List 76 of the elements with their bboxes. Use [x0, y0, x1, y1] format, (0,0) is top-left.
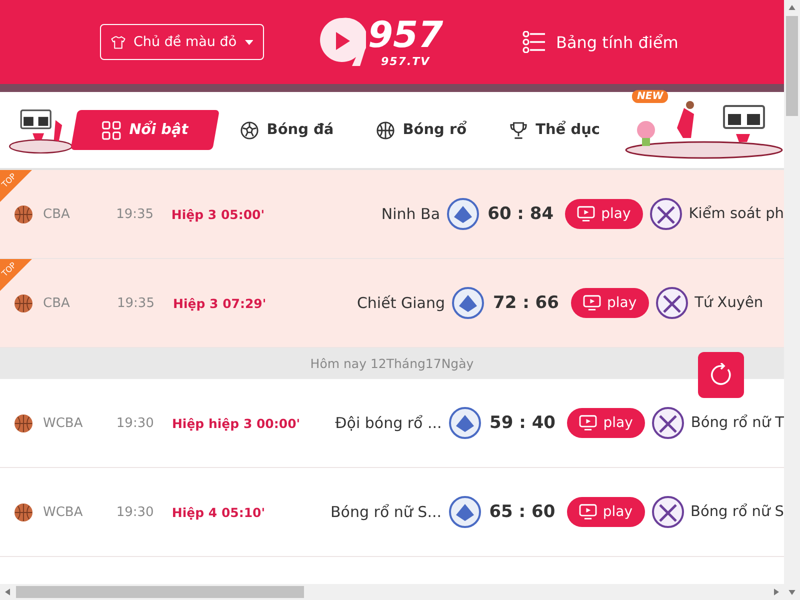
- top-ribbon: TOP: [0, 259, 32, 291]
- scroll-down-icon[interactable]: [788, 590, 796, 595]
- league-name: WCBA: [43, 504, 84, 520]
- match-time: 19:35: [116, 206, 155, 222]
- match-status: Hiệp hiệp 3 00:00': [172, 416, 302, 430]
- basketball-icon: [14, 414, 33, 432]
- sport-tab[interactable]: Nổi bật: [70, 110, 220, 150]
- play-button[interactable]: play: [567, 408, 645, 438]
- refresh-button[interactable]: [698, 352, 744, 398]
- league-name: CBA: [43, 206, 71, 222]
- play-button[interactable]: play: [566, 497, 645, 527]
- caret-icon: [244, 38, 253, 46]
- tv-play-icon: [578, 504, 597, 520]
- scroll-left-icon[interactable]: [5, 588, 10, 596]
- shirt-icon: [111, 34, 126, 50]
- team-logo: [648, 197, 683, 231]
- theme-dropdown[interactable]: Chủ đề màu đỏ: [100, 24, 264, 60]
- tv-play-icon: [579, 415, 598, 431]
- home-team-name: Chiết Giang: [356, 294, 445, 312]
- sport-tab[interactable]: Bóng đá: [222, 110, 352, 150]
- date-label: Hôm nay 12Tháng17Ngày: [310, 356, 474, 371]
- scrollbar-thumb[interactable]: [16, 586, 304, 598]
- play-logo-icon: [318, 16, 366, 68]
- team-logo: [650, 406, 685, 440]
- logo-text: 957: [368, 16, 444, 54]
- soccer-ball-icon: [240, 120, 259, 140]
- match-row[interactable]: TOP CBA 19:35 Hiệp 3 05:00' Ninh Ba 60 : 84 play Kiểm soát ph: [0, 170, 784, 259]
- team-logo: [654, 286, 689, 320]
- standings-link[interactable]: Bảng tính điểm: [522, 31, 678, 53]
- scroll-right-icon[interactable]: [774, 588, 779, 596]
- grid-icon: [102, 120, 121, 140]
- sport-tab[interactable]: Bóng rổ: [358, 110, 485, 150]
- match-time: 19:30: [116, 504, 155, 520]
- play-button[interactable]: play: [571, 288, 649, 318]
- tv-play-icon: [577, 206, 596, 222]
- logo-domain: 957.TV: [380, 54, 430, 68]
- match-score: 65 : 60: [488, 502, 556, 522]
- match-time: 19:35: [117, 296, 156, 310]
- trophy-icon: [508, 120, 528, 140]
- team-logo: [650, 495, 685, 529]
- tv-play-icon: [583, 295, 601, 311]
- basketball-icon: [14, 294, 33, 312]
- away-team-name: Bóng rổ nữ S: [690, 504, 784, 520]
- refresh-icon: [709, 363, 733, 387]
- league-name: CBA: [43, 296, 71, 310]
- new-badge: NEW: [632, 90, 668, 103]
- scroll-up-icon[interactable]: [788, 5, 796, 10]
- list-icon: [522, 31, 546, 53]
- top-ribbon: TOP: [0, 170, 32, 202]
- match-status: Hiệp 4 05:10': [172, 504, 266, 520]
- home-team-name: Ninh Ba: [380, 205, 440, 223]
- team-logo: [448, 495, 482, 529]
- team-logo: [451, 286, 485, 320]
- match-status: Hiệp 3 07:29': [173, 296, 268, 310]
- vertical-scrollbar[interactable]: [784, 0, 800, 600]
- horizontal-scrollbar[interactable]: [0, 584, 784, 600]
- match-row[interactable]: TOP CBA 19:35 Hiệp 3 07:29' Chiết Giang 72 : 66 play Tứ Xuyên: [0, 259, 784, 348]
- play-button[interactable]: play: [565, 199, 643, 229]
- match-score: 72 : 66: [492, 293, 560, 313]
- sport-tab[interactable]: Thể dục: [490, 110, 618, 150]
- away-team-name: Kiểm soát ph: [688, 206, 784, 222]
- basketball-icon: [14, 204, 33, 224]
- team-logo: [448, 406, 482, 440]
- basketball-icon: [376, 120, 395, 140]
- league-name: WCBA: [43, 416, 84, 430]
- home-team-name: Bóng rổ nữ S...: [330, 503, 442, 521]
- home-team-name: Đội bóng rổ ...: [334, 414, 442, 432]
- away-team-name: Bóng rổ nữ T: [690, 415, 784, 431]
- basketball-icon: [14, 502, 33, 522]
- team-logo: [446, 197, 480, 231]
- match-time: 19:30: [116, 416, 155, 430]
- away-team-name: Tứ Xuyên: [694, 295, 764, 311]
- scrollbar-thumb[interactable]: [786, 16, 798, 116]
- match-score: 59 : 40: [488, 413, 556, 433]
- match-score: 60 : 84: [486, 204, 555, 224]
- match-status: Hiệp 3 05:00': [171, 206, 266, 222]
